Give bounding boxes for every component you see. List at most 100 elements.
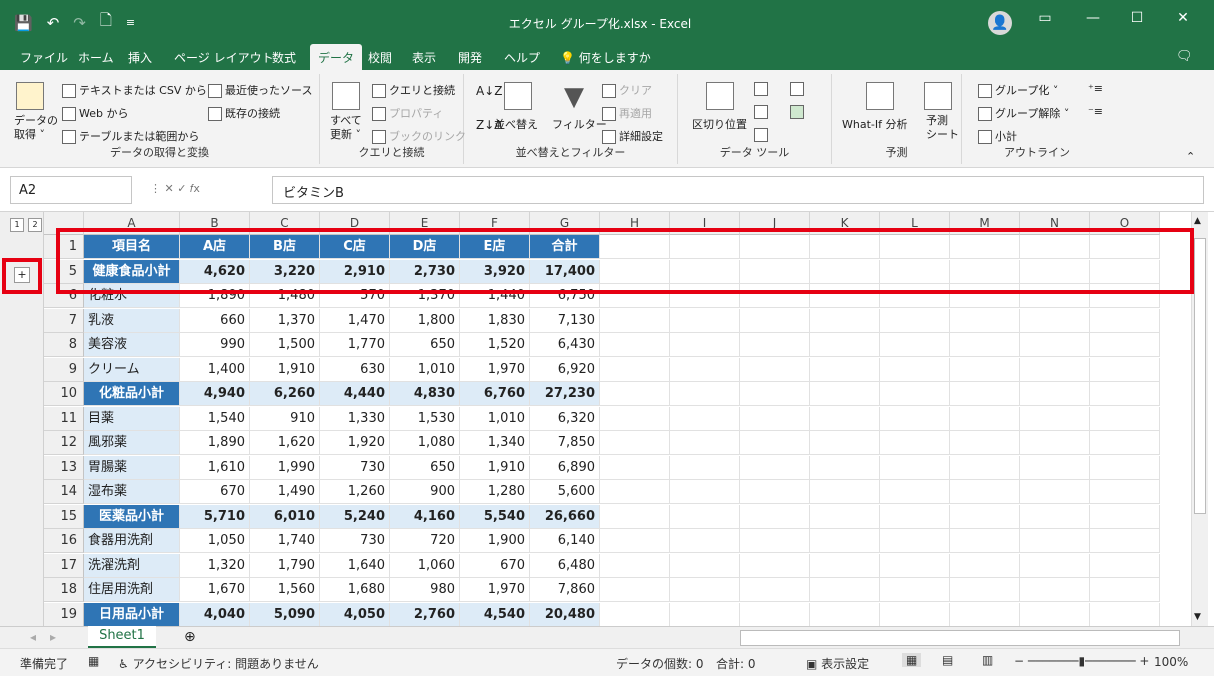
empty-cell[interactable] — [670, 406, 740, 431]
value-cell[interactable]: 1,800 — [390, 308, 460, 333]
row-header[interactable]: 13 — [44, 455, 84, 480]
value-cell[interactable]: 6,010 — [250, 504, 320, 529]
empty-cell[interactable] — [810, 357, 880, 382]
queries-connections-button[interactable]: クエリと接続 — [372, 82, 455, 98]
empty-cell[interactable] — [950, 382, 1020, 406]
collapse-ribbon-icon[interactable]: ⌃ — [1186, 150, 1195, 163]
value-cell[interactable]: 7,130 — [530, 308, 600, 333]
empty-cell[interactable] — [670, 357, 740, 382]
value-cell[interactable]: 1,790 — [250, 553, 320, 578]
remove-duplicates-icon[interactable] — [754, 105, 771, 119]
row-header[interactable]: 14 — [44, 480, 84, 504]
normal-view-icon[interactable]: ▦ — [902, 653, 922, 667]
ribbon-display-icon[interactable]: ▭ — [1030, 10, 1060, 26]
value-cell[interactable]: 1,670 — [180, 578, 250, 602]
value-cell[interactable]: 1,640 — [320, 553, 390, 578]
row-header[interactable]: 12 — [44, 431, 84, 455]
value-cell[interactable]: 1,370 — [250, 308, 320, 333]
value-cell[interactable]: 1,770 — [320, 333, 390, 357]
value-cell[interactable]: 1,320 — [180, 553, 250, 578]
empty-cell[interactable] — [880, 529, 950, 553]
empty-cell[interactable] — [880, 308, 950, 333]
value-cell[interactable]: 1,540 — [180, 406, 250, 431]
empty-cell[interactable] — [1090, 308, 1160, 333]
value-cell[interactable]: 1,970 — [460, 578, 530, 602]
value-cell[interactable]: 5,240 — [320, 504, 390, 529]
value-cell[interactable]: 4,830 — [390, 382, 460, 406]
empty-cell[interactable] — [810, 406, 880, 431]
value-cell[interactable]: 6,430 — [530, 333, 600, 357]
value-cell[interactable]: 4,050 — [320, 602, 390, 626]
tab-home[interactable]: ホーム — [78, 49, 114, 66]
value-cell[interactable]: 1,530 — [390, 406, 460, 431]
value-cell[interactable]: 630 — [320, 357, 390, 382]
minimize-icon[interactable]: — — [1078, 10, 1108, 26]
row-header[interactable]: 9 — [44, 357, 84, 382]
value-cell[interactable]: 6,140 — [530, 529, 600, 553]
value-cell[interactable]: 5,090 — [250, 602, 320, 626]
horizontal-scrollbar[interactable] — [740, 630, 1180, 646]
empty-cell[interactable] — [1020, 455, 1090, 480]
value-cell[interactable]: 5,600 — [530, 480, 600, 504]
empty-cell[interactable] — [740, 406, 810, 431]
empty-cell[interactable] — [1020, 529, 1090, 553]
empty-cell[interactable] — [670, 308, 740, 333]
close-icon[interactable]: ✕ — [1168, 10, 1198, 26]
properties-button[interactable]: プロパティ — [372, 105, 443, 121]
empty-cell[interactable] — [1090, 357, 1160, 382]
tab-data[interactable]: データ — [310, 44, 363, 70]
what-if-button[interactable]: What-If 分析 — [842, 116, 907, 132]
new-file-icon[interactable]: 🗋 — [100, 10, 112, 35]
empty-cell[interactable] — [670, 578, 740, 602]
value-cell[interactable]: 5,540 — [460, 504, 530, 529]
empty-cell[interactable] — [950, 553, 1020, 578]
item-name-cell[interactable]: 胃腸薬 — [84, 455, 180, 480]
relationships-icon[interactable] — [790, 105, 807, 119]
row-header[interactable]: 18 — [44, 578, 84, 602]
macro-icon[interactable]: ▦ — [88, 654, 99, 668]
value-cell[interactable]: 4,160 — [390, 504, 460, 529]
empty-cell[interactable] — [950, 406, 1020, 431]
scroll-up-icon[interactable]: ▲ — [1194, 216, 1201, 226]
empty-cell[interactable] — [880, 431, 950, 455]
empty-cell[interactable] — [950, 504, 1020, 529]
empty-cell[interactable] — [740, 382, 810, 406]
empty-cell[interactable] — [740, 357, 810, 382]
outline-level-2-button[interactable]: 2 — [28, 218, 42, 232]
item-name-cell[interactable]: 医薬品小計 — [84, 504, 180, 529]
empty-cell[interactable] — [1090, 382, 1160, 406]
consolidate-icon[interactable] — [790, 82, 807, 96]
empty-cell[interactable] — [1090, 529, 1160, 553]
empty-cell[interactable] — [740, 504, 810, 529]
empty-cell[interactable] — [810, 308, 880, 333]
refresh-all-button[interactable]: すべて 更新 ˅ — [330, 114, 362, 142]
sort-button[interactable]: 並べ替え — [494, 116, 538, 132]
value-cell[interactable]: 1,010 — [390, 357, 460, 382]
value-cell[interactable]: 990 — [180, 333, 250, 357]
item-name-cell[interactable]: 日用品小計 — [84, 602, 180, 626]
empty-cell[interactable] — [880, 504, 950, 529]
maximize-icon[interactable]: ☐ — [1122, 10, 1152, 26]
next-sheet-icon[interactable]: ▸ — [50, 630, 56, 644]
empty-cell[interactable] — [1020, 578, 1090, 602]
page-layout-view-icon[interactable]: ▤ — [942, 653, 953, 667]
empty-cell[interactable] — [740, 553, 810, 578]
row-header[interactable]: 19 — [44, 602, 84, 626]
name-box[interactable]: A2 — [10, 176, 132, 204]
value-cell[interactable]: 650 — [390, 333, 460, 357]
row-header[interactable]: 11 — [44, 406, 84, 431]
save-icon[interactable]: 💾 — [14, 14, 33, 32]
tab-developer[interactable]: 開発 — [458, 49, 482, 66]
empty-cell[interactable] — [1020, 504, 1090, 529]
outline-level-1-button[interactable]: 1 — [10, 218, 24, 232]
empty-cell[interactable] — [670, 480, 740, 504]
flash-fill-icon[interactable] — [754, 82, 771, 96]
empty-cell[interactable] — [950, 480, 1020, 504]
value-cell[interactable]: 660 — [180, 308, 250, 333]
row-header[interactable]: 7 — [44, 308, 84, 333]
value-cell[interactable]: 26,660 — [530, 504, 600, 529]
empty-cell[interactable] — [1020, 382, 1090, 406]
value-cell[interactable]: 20,480 — [530, 602, 600, 626]
empty-cell[interactable] — [810, 578, 880, 602]
empty-cell[interactable] — [670, 431, 740, 455]
